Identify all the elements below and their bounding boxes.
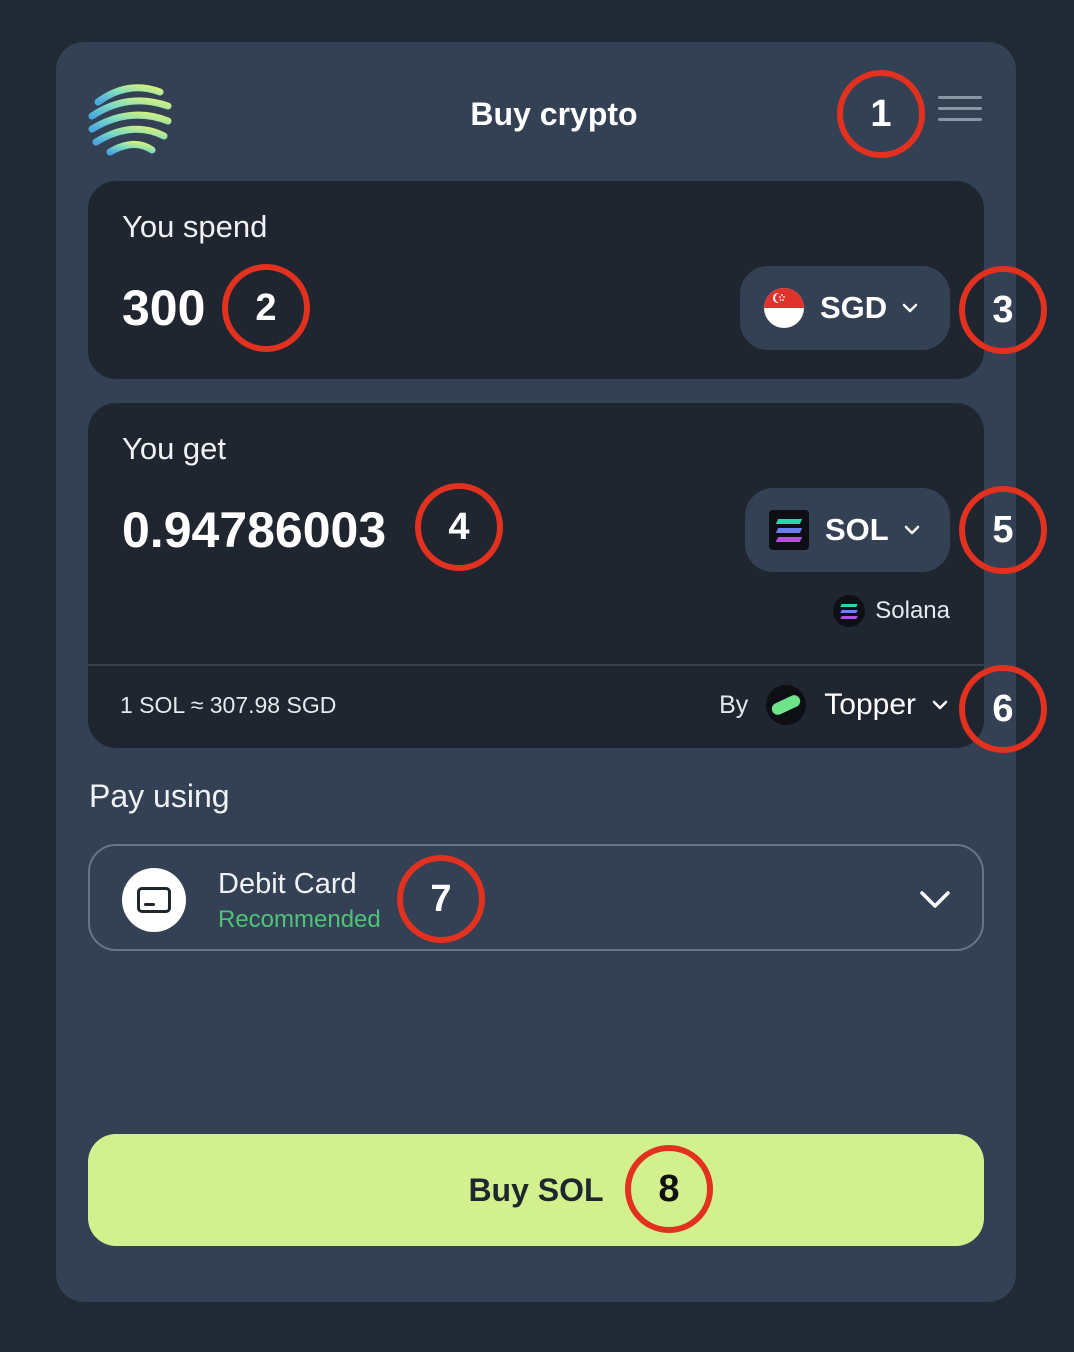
chevron-down-icon xyxy=(932,700,948,710)
payment-method-select[interactable]: Debit Card Recommended xyxy=(88,844,984,951)
network-name: Solana xyxy=(875,597,950,624)
spend-label: You spend xyxy=(122,209,268,244)
divider xyxy=(88,664,984,666)
annotation-marker-8: 8 xyxy=(625,1145,713,1233)
buy-button[interactable]: Buy SOL xyxy=(88,1134,984,1246)
annotation-marker-6: 6 xyxy=(959,665,1047,753)
solana-icon xyxy=(769,510,809,550)
spend-panel: You spend 300 SGD xyxy=(88,181,984,379)
get-currency-select[interactable]: SOL xyxy=(745,488,950,572)
singapore-flag-icon xyxy=(764,288,804,328)
chevron-down-icon xyxy=(920,891,950,908)
get-panel: You get 0.94786003 SOL Solana 1 SOL ≈ 30… xyxy=(88,403,984,748)
annotation-marker-7: 7 xyxy=(397,855,485,943)
solana-network-icon xyxy=(833,595,866,627)
payment-method-name: Debit Card xyxy=(218,868,357,900)
spend-currency-code: SGD xyxy=(820,290,888,325)
annotation-marker-4: 4 xyxy=(415,483,503,571)
get-label: You get xyxy=(122,431,227,466)
provider-name: Topper xyxy=(824,688,916,721)
chevron-down-icon xyxy=(904,525,919,535)
hamburger-menu-icon[interactable] xyxy=(938,96,982,126)
network-indicator: Solana xyxy=(833,595,950,627)
annotation-marker-2: 2 xyxy=(222,264,310,352)
annotation-marker-3: 3 xyxy=(959,266,1047,354)
get-currency-code: SOL xyxy=(825,512,889,547)
provider-select[interactable]: By Topper xyxy=(719,685,950,725)
recommended-badge: Recommended xyxy=(218,906,381,933)
topper-logo-icon xyxy=(766,685,807,725)
get-amount-value: 0.94786003 xyxy=(122,502,387,558)
exchange-rate: 1 SOL ≈ 307.98 SGD xyxy=(120,692,337,718)
credit-card-icon xyxy=(122,868,186,932)
buy-button-label: Buy SOL xyxy=(468,1171,604,1208)
chevron-down-icon xyxy=(902,303,918,313)
spend-amount-input[interactable]: 300 xyxy=(122,279,205,337)
annotation-marker-1: 1 xyxy=(837,70,925,158)
annotation-marker-5: 5 xyxy=(959,486,1047,574)
spend-currency-select[interactable]: SGD xyxy=(740,266,950,350)
provider-by-label: By xyxy=(719,690,749,719)
pay-using-label: Pay using xyxy=(89,778,230,814)
